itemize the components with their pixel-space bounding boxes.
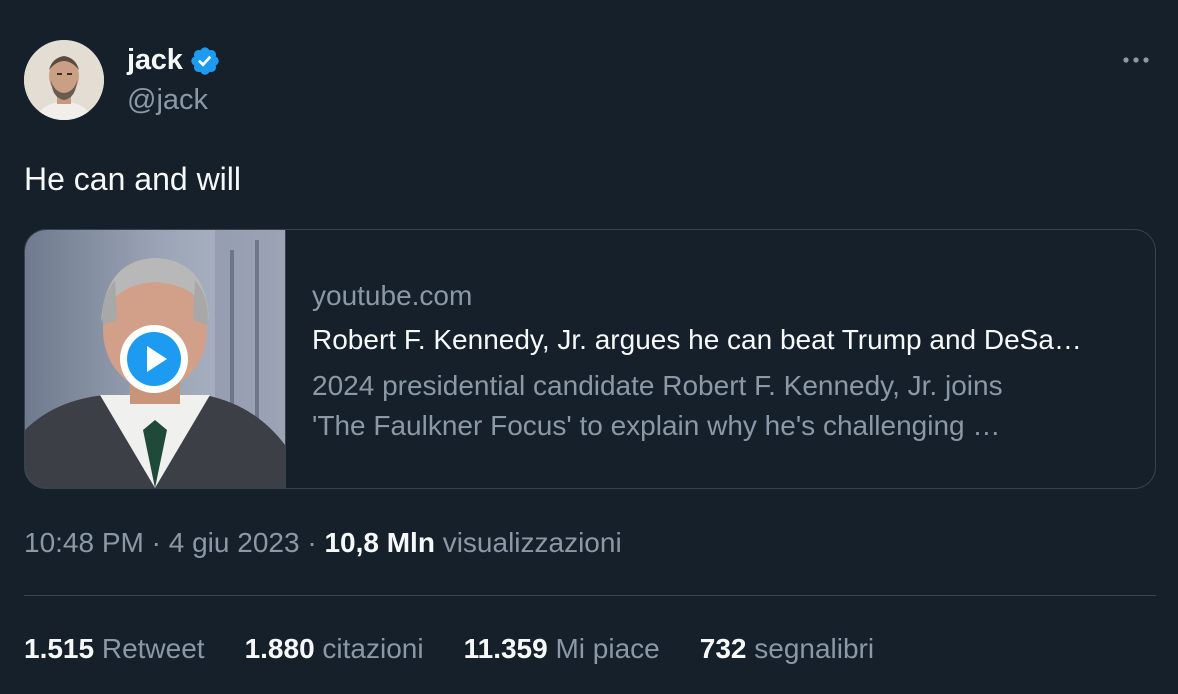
- meta-separator: ·: [299, 527, 325, 558]
- author-handle[interactable]: @jack: [127, 84, 208, 117]
- tweet-date[interactable]: 4 giu 2023: [169, 527, 300, 558]
- tweet-time[interactable]: 10:48 PM: [24, 527, 144, 558]
- meta-separator: ·: [143, 527, 169, 558]
- avatar-image: [24, 40, 104, 120]
- stat-count: 1.515: [24, 633, 95, 664]
- stat-label: segnalibri: [746, 633, 875, 664]
- card-domain: youtube.com: [312, 280, 473, 311]
- engagement-stats: 1.515 Retweet 1.880 citazioni 11.359 Mi …: [24, 633, 914, 665]
- card-body[interactable]: youtube.com Robert F. Kennedy, Jr. argue…: [286, 230, 1132, 488]
- card-thumbnail[interactable]: [25, 230, 286, 488]
- more-options-icon[interactable]: [1120, 48, 1152, 72]
- views-label: visualizzazioni: [434, 527, 622, 558]
- stat-count: 1.880: [244, 633, 315, 664]
- link-card[interactable]: youtube.com Robert F. Kennedy, Jr. argue…: [24, 229, 1156, 489]
- views-count: 10,8 Mln: [324, 527, 435, 558]
- stat-retweets[interactable]: 1.515 Retweet: [24, 633, 205, 665]
- tweet-meta: 10:48 PM · 4 giu 2023 · 10,8 Mln visuali…: [24, 527, 622, 559]
- card-description-line-2: 'The Faulkner Focus' to explain why he's…: [312, 410, 1001, 441]
- stat-quotes[interactable]: 1.880 citazioni: [245, 633, 424, 665]
- stat-label: Mi piace: [547, 633, 660, 664]
- card-description-line-1: 2024 presidential candidate Robert F. Ke…: [312, 370, 1003, 401]
- stat-label: citazioni: [314, 633, 424, 664]
- stat-bookmarks[interactable]: 732 segnalibri: [700, 633, 874, 665]
- author-display-name[interactable]: jack: [127, 44, 183, 77]
- stat-count: 11.359: [463, 633, 548, 664]
- avatar[interactable]: [24, 40, 104, 120]
- tweet: jack @jack He can and will youtube.com R…: [0, 0, 1178, 694]
- card-title: Robert F. Kennedy, Jr. argues he can bea…: [312, 324, 1082, 355]
- verified-badge-icon: [190, 46, 219, 75]
- stat-likes[interactable]: 11.359 Mi piace: [464, 633, 660, 665]
- tweet-text: He can and will: [24, 161, 241, 197]
- stat-count: 732: [699, 633, 747, 664]
- divider: [24, 595, 1156, 596]
- author-name-row[interactable]: jack: [127, 44, 221, 77]
- card-description: 2024 presidential candidate Robert F. Ke…: [312, 366, 1112, 446]
- stat-label: Retweet: [94, 633, 205, 664]
- play-icon[interactable]: [120, 325, 188, 393]
